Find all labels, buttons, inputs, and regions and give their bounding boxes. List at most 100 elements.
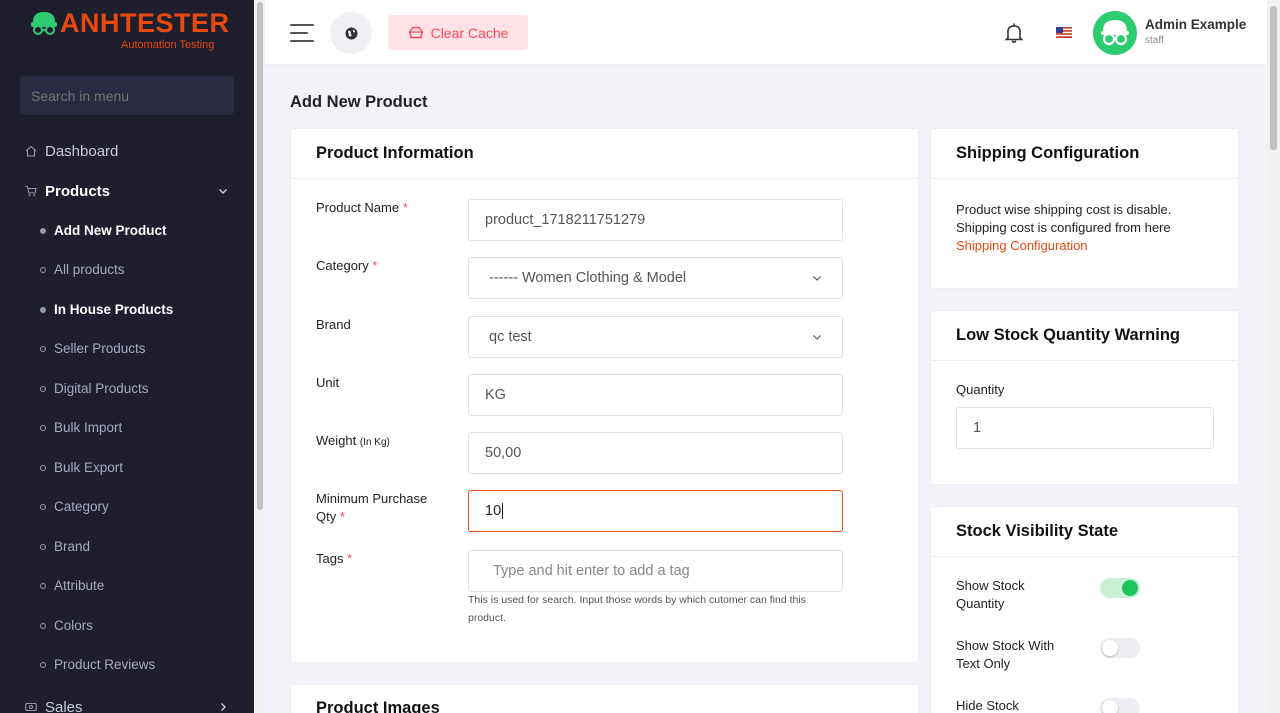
sidebar-subitem-label: Brand — [54, 539, 91, 554]
sidebar-subitem-seller-products[interactable]: Seller Products — [0, 335, 254, 365]
bullet-icon — [40, 228, 46, 234]
min-purchase-qty-input[interactable]: 10 — [468, 490, 843, 532]
sidebar-subitem-label: All products — [54, 262, 125, 277]
chevron-down-icon — [813, 276, 821, 281]
brand-logo[interactable]: ANHTESTER Automation Testing — [30, 8, 230, 56]
bullet-icon — [40, 267, 46, 273]
bullet-icon — [40, 425, 46, 431]
top-header: Clear Cache Admin Example staff — [265, 0, 1267, 65]
card-title: Product Images — [316, 699, 440, 713]
product-name-input[interactable]: product_1718211751279 — [468, 199, 843, 241]
show-stock-text-only-toggle[interactable] — [1100, 638, 1140, 658]
quantity-label: Quantity — [956, 382, 1005, 397]
show-stock-text-only-label: Show Stock With Text Only — [956, 638, 1055, 671]
sidebar-subitem-label: Product Reviews — [54, 657, 156, 672]
sidebar-item-dashboard[interactable]: Dashboard — [0, 131, 254, 171]
card-header: Product Information — [291, 129, 918, 179]
bullet-icon — [40, 662, 46, 668]
hide-stock-toggle[interactable] — [1100, 698, 1140, 713]
sidebar-subitem-add-new-product[interactable]: Add New Product — [0, 217, 254, 247]
sidebar-subitem-label: Bulk Export — [54, 460, 124, 475]
us-flag-icon[interactable] — [1056, 27, 1072, 38]
card-header: Shipping Configuration — [931, 129, 1238, 179]
min-purchase-qty-label: Minimum Purchase Qty * — [316, 491, 428, 524]
brand-select[interactable]: qc test — [468, 316, 843, 358]
category-selected-value: ------ Women Clothing & Model — [489, 270, 687, 286]
sidebar-item-label: Products — [45, 182, 111, 200]
sidebar-subitem-label: Digital Products — [54, 381, 149, 396]
page-scrollbar[interactable] — [1267, 0, 1280, 713]
sidebar-subitem-label: Seller Products — [54, 341, 146, 356]
unit-input[interactable]: KG — [468, 374, 843, 416]
sidebar-subitem-label: Bulk Import — [54, 420, 123, 435]
scrollbar-thumb[interactable] — [1270, 6, 1277, 150]
show-stock-quantity-toggle[interactable] — [1100, 578, 1140, 598]
user-role: staff — [1145, 35, 1164, 46]
brand-selected-value: qc test — [489, 329, 532, 345]
sidebar-subitem-label: Attribute — [54, 578, 105, 593]
sidebar-subitem-product-reviews[interactable]: Product Reviews — [0, 651, 254, 681]
card-header: Low Stock Quantity Warning — [931, 311, 1238, 361]
card-title: Product Information — [316, 144, 474, 162]
cart-icon — [25, 185, 37, 197]
category-select[interactable]: ------ Women Clothing & Model — [468, 257, 843, 299]
bullet-icon — [40, 544, 46, 550]
text-caret — [502, 503, 504, 519]
sidebar-subitem-label: Category — [54, 499, 109, 514]
chevron-down-icon — [813, 335, 821, 340]
home-icon — [25, 145, 37, 157]
bullet-icon — [40, 346, 46, 352]
show-stock-quantity-label: Show Stock Quantity — [956, 578, 1025, 611]
weight-input[interactable]: 50,00 — [468, 432, 843, 474]
avatar-glasses-icon — [1093, 11, 1137, 55]
shipping-configuration-link[interactable]: Shipping Configuration — [956, 237, 1216, 255]
sidebar-subitem-attribute[interactable]: Attribute — [0, 572, 254, 602]
bullet-icon — [40, 504, 46, 510]
tags-input[interactable]: Type and hit enter to add a tag — [468, 550, 843, 592]
sidebar-subitem-colors[interactable]: Colors — [0, 612, 254, 642]
chevron-right-icon — [221, 703, 226, 711]
sidebar-subitem-in-house-products[interactable]: In House Products — [0, 296, 254, 326]
weight-label: Weight (In Kg) — [316, 433, 390, 448]
money-icon — [25, 702, 37, 712]
bell-icon[interactable] — [1004, 22, 1024, 44]
brand-tagline: Automation Testing — [121, 39, 215, 51]
bullet-icon — [40, 583, 46, 589]
card-title: Shipping Configuration — [956, 144, 1140, 162]
sidebar-subitem-brand[interactable]: Brand — [0, 533, 254, 563]
sidebar-subitem-bulk-export[interactable]: Bulk Export — [0, 454, 254, 484]
sidebar-subitem-category[interactable]: Category — [0, 493, 254, 523]
sidebar-subitem-label: In House Products — [54, 302, 174, 317]
user-name[interactable]: Admin Example — [1145, 17, 1246, 32]
tags-label: Tags * — [316, 551, 353, 566]
brand-label: Brand — [316, 317, 351, 332]
tags-help-text: This is used for search. Input those wor… — [468, 594, 806, 624]
menu-toggle-icon[interactable] — [290, 24, 314, 42]
avatar[interactable] — [1093, 11, 1137, 55]
sidebar-subitem-label: Colors — [54, 618, 94, 633]
sidebar-item-sales[interactable]: Sales — [0, 687, 254, 713]
bullet-icon — [40, 386, 46, 392]
product-information-card: Product Information Product Name * produ… — [290, 128, 919, 663]
sidebar-item-products[interactable]: Products — [0, 171, 254, 211]
sidebar-subitem-digital-products[interactable]: Digital Products — [0, 375, 254, 405]
scrollbar-thumb[interactable] — [257, 2, 263, 510]
product-images-card: Product Images — [290, 684, 919, 713]
bullet-icon — [40, 307, 46, 313]
sidebar-subitem-label: Add New Product — [54, 223, 167, 238]
globe-button[interactable] — [330, 12, 372, 54]
sidebar-subitem-all-products[interactable]: All products — [0, 256, 254, 286]
clear-cache-button[interactable]: Clear Cache — [388, 15, 528, 50]
hide-stock-label: Hide Stock — [956, 698, 1019, 713]
clear-cache-label: Clear Cache — [430, 24, 509, 41]
low-stock-quantity-input[interactable]: 1 — [956, 407, 1214, 449]
sidebar-scrollbar[interactable] — [254, 0, 265, 713]
menu-search-input[interactable] — [20, 76, 234, 115]
eraser-icon — [408, 26, 423, 39]
sidebar-subitem-bulk-import[interactable]: Bulk Import — [0, 414, 254, 444]
sidebar: ANHTESTER Automation Testing Dashboard P… — [0, 0, 254, 713]
brand-name: ANHTESTER — [60, 8, 230, 38]
card-header: Stock Visibility State — [931, 507, 1238, 557]
shipping-configuration-card: Shipping Configuration Product wise ship… — [930, 128, 1239, 289]
unit-label: Unit — [316, 375, 340, 390]
